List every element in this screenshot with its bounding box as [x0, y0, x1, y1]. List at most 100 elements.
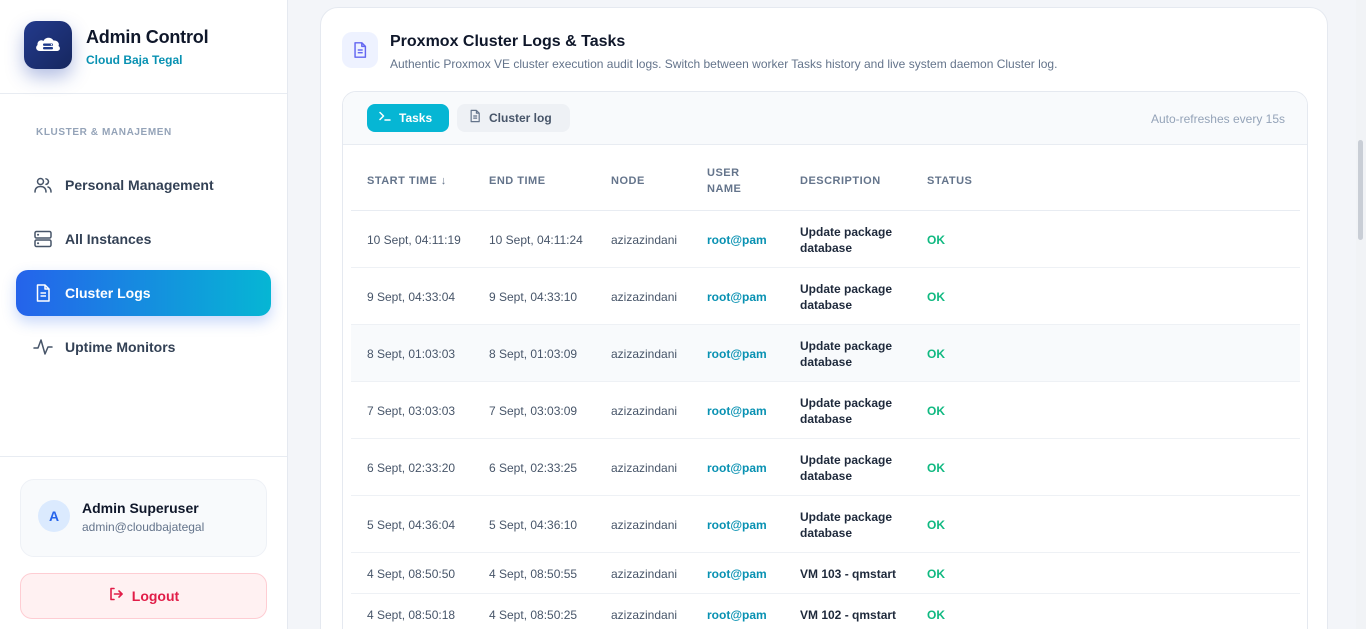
cell-description: VM 102 - qmstart: [800, 608, 897, 622]
cell-end-time: 5 Sept, 04:36:10: [489, 518, 578, 532]
sidebar-item-personal-management[interactable]: Personal Management: [16, 162, 271, 208]
cell-description: Update package database: [800, 453, 893, 483]
cell-description: Update package database: [800, 510, 893, 540]
sidebar: Admin Control Cloud Baja Tegal KLUSTER &…: [0, 0, 288, 629]
table-row[interactable]: 8 Sept, 01:03:03 8 Sept, 01:03:09 azizazin…: [351, 325, 1300, 382]
column-header-user-line2: Name: [707, 183, 742, 195]
sidebar-item-uptime-monitors[interactable]: Uptime Monitors: [16, 324, 271, 370]
users-icon: [33, 175, 53, 195]
cell-status: OK: [927, 233, 945, 247]
cell-status: OK: [927, 404, 945, 418]
cell-status: OK: [927, 608, 945, 622]
brand-title: Admin Control: [86, 27, 209, 47]
cell-user: root@pam: [707, 608, 767, 622]
cell-node: azizazindani: [611, 404, 678, 418]
table-row[interactable]: 4 Sept, 08:50:18 4 Sept, 08:50:25 azizazin…: [351, 594, 1300, 629]
sidebar-item-label: Personal Management: [65, 177, 214, 193]
cell-start-time: 5 Sept, 04:36:04: [367, 518, 456, 532]
cell-status: OK: [927, 567, 945, 581]
cell-end-time: 8 Sept, 01:03:09: [489, 347, 578, 361]
cell-user: root@pam: [707, 404, 767, 418]
table-row[interactable]: 10 Sept, 04:11:19 10 Sept, 04:11:24 azizaz…: [351, 211, 1300, 268]
cell-end-time: 6 Sept, 02:33:25: [489, 461, 578, 475]
server-icon: [33, 229, 53, 249]
table-row[interactable]: 5 Sept, 04:36:04 5 Sept, 04:36:10 azizazin…: [351, 496, 1300, 553]
cell-user: root@pam: [707, 461, 767, 475]
activity-icon: [33, 337, 53, 357]
column-header-start-time[interactable]: Start Time ↓: [367, 173, 447, 189]
logout-button[interactable]: Logout: [20, 573, 267, 619]
page-description: Authentic Proxmox VE cluster execution a…: [390, 57, 1058, 71]
cell-node: azizazindani: [611, 290, 678, 304]
sidebar-footer: A Admin Superuser admin@cloudbajategal L…: [0, 456, 287, 629]
cell-node: azizazindani: [611, 567, 678, 581]
table-row[interactable]: 6 Sept, 02:33:20 6 Sept, 02:33:25 azizazin…: [351, 439, 1300, 496]
user-email: admin@cloudbajategal: [82, 520, 205, 534]
user-name: Admin Superuser: [82, 500, 199, 516]
cell-start-time: 4 Sept, 08:50:18: [367, 608, 456, 622]
brand-subtitle: Cloud Baja Tegal: [86, 53, 183, 67]
cell-description: Update package database: [800, 225, 893, 255]
logout-label: Logout: [131, 588, 180, 604]
tab-label: Cluster log: [489, 111, 552, 125]
column-header-user-line1: User: [707, 167, 740, 179]
page-title: Proxmox Cluster Logs & Tasks: [390, 33, 626, 50]
column-header-user-name: User Name: [707, 165, 741, 197]
cell-user: root@pam: [707, 233, 767, 247]
cell-start-time: 7 Sept, 03:03:03: [367, 404, 456, 418]
page-scrollbar[interactable]: [1356, 0, 1366, 629]
cell-user: root@pam: [707, 347, 767, 361]
cell-end-time: 7 Sept, 03:03:09: [489, 404, 578, 418]
column-header-node: Node: [611, 175, 645, 187]
column-header-end-time: End Time: [489, 175, 546, 187]
avatar: A: [38, 500, 70, 532]
brand-header: Admin Control Cloud Baja Tegal: [0, 0, 287, 94]
cell-start-time: 8 Sept, 01:03:03: [367, 347, 456, 361]
cell-node: azizazindani: [611, 608, 678, 622]
cell-user: root@pam: [707, 518, 767, 532]
document-icon: [468, 109, 482, 128]
sidebar-item-label: Cluster Logs: [65, 285, 151, 301]
cell-description: Update package database: [800, 396, 893, 426]
cell-node: azizazindani: [611, 461, 678, 475]
table-row[interactable]: 4 Sept, 08:50:50 4 Sept, 08:50:55 azizazin…: [351, 553, 1300, 594]
document-icon: [342, 32, 378, 68]
sidebar-item-label: All Instances: [65, 231, 152, 247]
tab-tasks[interactable]: Tasks: [367, 104, 449, 132]
logs-panel: Tasks Cluster log Auto-refreshes every 1…: [342, 91, 1308, 629]
cell-start-time: 6 Sept, 02:33:20: [367, 461, 456, 475]
cell-user: root@pam: [707, 567, 767, 581]
sidebar-item-all-instances[interactable]: All Instances: [16, 216, 271, 262]
tab-label: Tasks: [399, 111, 433, 125]
table-row[interactable]: 7 Sept, 03:03:03 7 Sept, 03:03:09 azizazin…: [351, 382, 1300, 439]
main-card: Proxmox Cluster Logs & Tasks Authentic P…: [320, 7, 1328, 629]
cloud-server-icon: [24, 21, 72, 69]
cell-end-time: 10 Sept, 04:11:24: [489, 233, 583, 247]
cell-node: azizazindani: [611, 518, 678, 532]
tab-cluster-log[interactable]: Cluster log: [457, 104, 570, 132]
sidebar-item-cluster-logs[interactable]: Cluster Logs: [16, 270, 271, 316]
table-row[interactable]: 9 Sept, 04:33:04 9 Sept, 04:33:10 azizazin…: [351, 268, 1300, 325]
cell-start-time: 4 Sept, 08:50:50: [367, 567, 456, 581]
panel-toolbar: Tasks Cluster log Auto-refreshes every 1…: [343, 92, 1307, 145]
scrollbar-thumb[interactable]: [1358, 140, 1363, 240]
cell-end-time: 4 Sept, 08:50:55: [489, 567, 578, 581]
cell-start-time: 10 Sept, 04:11:19: [367, 233, 461, 247]
cell-node: azizazindani: [611, 233, 678, 247]
cell-end-time: 9 Sept, 04:33:10: [489, 290, 578, 304]
cell-status: OK: [927, 461, 945, 475]
cell-user: root@pam: [707, 290, 767, 304]
column-header-description: Description: [800, 175, 881, 187]
column-header-status: Status: [927, 175, 973, 187]
user-card: A Admin Superuser admin@cloudbajategal: [20, 479, 267, 557]
cell-status: OK: [927, 518, 945, 532]
cell-end-time: 4 Sept, 08:50:25: [489, 608, 578, 622]
cell-status: OK: [927, 347, 945, 361]
cell-description: Update package database: [800, 282, 893, 312]
cell-node: azizazindani: [611, 347, 678, 361]
nav-section-label: KLUSTER & MANAJEMEN: [36, 127, 172, 138]
document-icon: [33, 283, 53, 303]
cell-status: OK: [927, 290, 945, 304]
cell-description: VM 103 - qmstart: [800, 567, 897, 581]
cell-description: Update package database: [800, 339, 893, 369]
